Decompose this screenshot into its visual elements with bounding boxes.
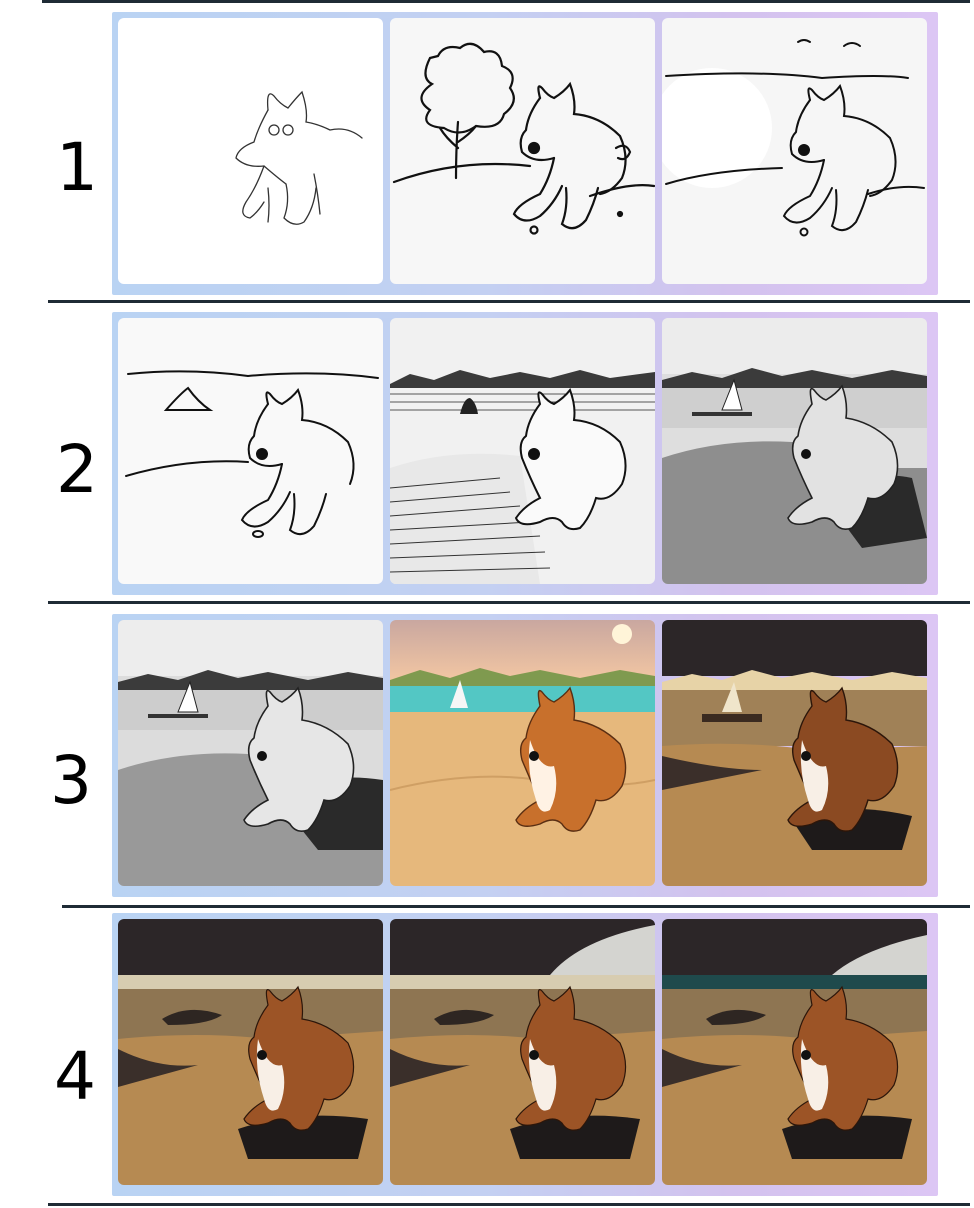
rule-1-2 [48,300,970,303]
row-4-label: 4 [54,1038,96,1115]
beach-lineart-image [125,370,379,538]
row-3-image-2 [390,620,655,886]
row-4-frame [112,913,938,1196]
row-1-image-3 [662,18,927,284]
rule-2-3 [48,601,970,604]
row-2-frame [112,312,938,595]
row-4-image-3 [662,919,927,1185]
rough-dog-sketch-image [235,90,363,225]
row-2-image-1 [118,318,383,584]
rule-bottom [48,1203,970,1206]
row-1-image-2 [390,18,655,284]
horizon-dog-sketch-image [662,39,925,237]
row-1-label: 1 [56,129,98,206]
realistic-corgi-beach-cliff-right-image [662,919,927,1185]
row-2-image-2 [390,318,655,584]
row-2-label: 2 [56,431,98,508]
dark-corgi-beach-image [662,620,927,886]
rule-3-4 [62,905,970,908]
beach-detailed-lineart-image [390,370,655,584]
row-2-image-3 [662,318,927,584]
tree-dog-sketch-image [392,42,655,235]
row-3-frame [112,614,938,897]
row-4-image-1 [118,919,383,1185]
grayscale-sailboat-image [662,318,927,584]
grayscale-corgi-beach-image [118,620,383,886]
row-3-image-1 [118,620,383,886]
rule-top [42,0,970,3]
realistic-corgi-beach-cliff-image [390,919,655,1185]
row-3-image-3 [662,620,927,886]
row-4-image-2 [390,919,655,1185]
row-3-label: 3 [50,742,92,819]
realistic-corgi-beach-rock-image [118,919,383,1185]
row-1-image-1 [118,18,383,284]
row-1-frame [112,12,938,295]
sunset-corgi-beach-image [390,620,655,886]
